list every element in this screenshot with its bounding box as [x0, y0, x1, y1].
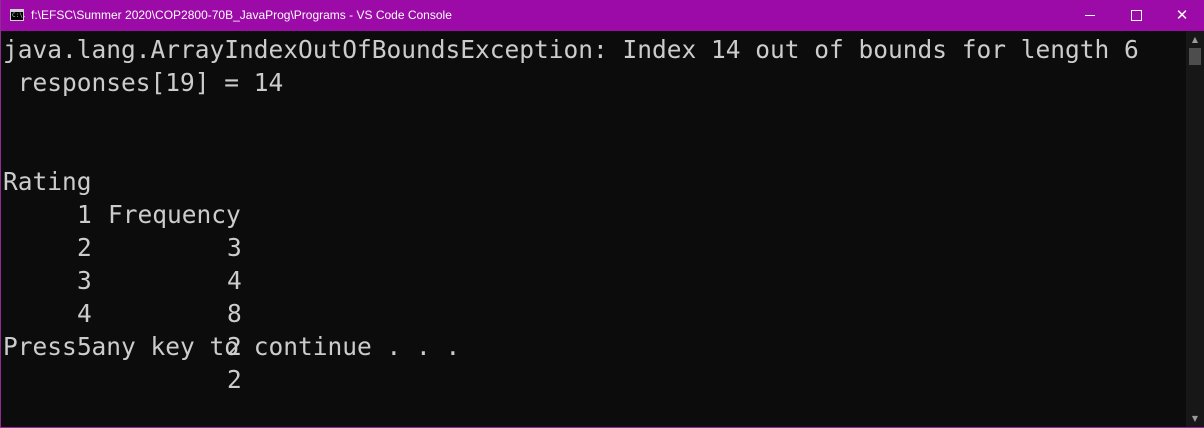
minimize-icon [1085, 15, 1095, 16]
table-header-row: Rating Frequency [3, 132, 241, 229]
table-row: 3 8 [3, 231, 242, 328]
vertical-scrollbar[interactable]: ▲ ▼ [1186, 31, 1204, 427]
scroll-up-icon[interactable]: ▲ [1186, 31, 1204, 48]
console-window: C:\. f:\EFSC\Summer 2020\COP2800-70B_Jav… [0, 0, 1204, 428]
frequency-cell: 4 [227, 266, 242, 295]
frequency-cell: 2 [227, 365, 242, 394]
console-app-icon[interactable]: C:\. [10, 9, 27, 21]
close-button[interactable]: ✕ [1159, 0, 1204, 31]
scrollbar-thumb[interactable] [1189, 48, 1201, 65]
table-row: 1 3 [3, 165, 242, 262]
frequency-cell: 8 [227, 299, 242, 328]
maximize-icon [1131, 10, 1142, 21]
continue-prompt: Press any key to continue . . . [3, 332, 461, 361]
responses-line: responses[19] = 14 [3, 68, 284, 97]
console-output[interactable]: java.lang.ArrayIndexOutOfBoundsException… [1, 31, 1186, 427]
table-row: 2 4 [3, 198, 242, 295]
window-title: f:\EFSC\Summer 2020\COP2800-70B_JavaProg… [31, 8, 452, 22]
close-icon: ✕ [1175, 6, 1189, 24]
minimize-button[interactable] [1067, 0, 1113, 31]
exception-line: java.lang.ArrayIndexOutOfBoundsException… [3, 35, 1139, 64]
icon-prompt-text: C:\. [12, 12, 27, 19]
table-row: 5 2 [3, 297, 242, 394]
frequency-cell: 3 [227, 233, 242, 262]
title-bar[interactable]: C:\. f:\EFSC\Summer 2020\COP2800-70B_Jav… [1, 0, 1204, 31]
table-row: 4 2 [3, 264, 242, 361]
scroll-down-icon[interactable]: ▼ [1186, 410, 1204, 427]
header-frequency: Frequency [108, 200, 241, 229]
maximize-button[interactable] [1113, 0, 1159, 31]
